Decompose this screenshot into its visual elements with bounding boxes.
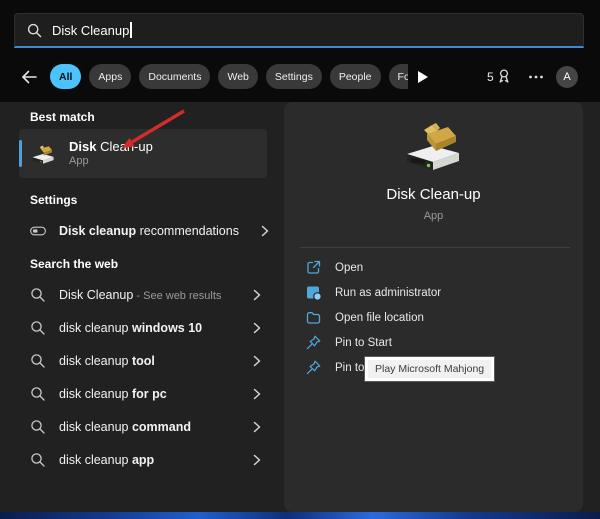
chevron-right-icon (261, 225, 269, 237)
web-suggestion-label: disk cleanup command (59, 420, 191, 434)
app-subtitle: App (284, 210, 583, 222)
action-pin-to-start[interactable]: Pin to Start (300, 330, 570, 355)
filter-chip-documents[interactable]: Documents (139, 64, 210, 89)
chevron-right-icon (253, 388, 261, 400)
filter-chip-apps[interactable]: Apps (89, 64, 131, 89)
search-suggestion-icon (30, 419, 46, 435)
filter-chip-web[interactable]: Web (218, 64, 257, 89)
search-suggestion-icon (30, 353, 46, 369)
chevron-right-icon (253, 322, 261, 334)
open-icon (306, 260, 321, 275)
more-options-icon[interactable] (528, 74, 544, 80)
web-suggestion-label: Disk Cleanup - See web results (59, 288, 221, 302)
text-caret (130, 22, 132, 38)
app-title: Disk Clean-up (284, 186, 583, 203)
search-suggestion-icon (30, 452, 46, 468)
web-suggestion-row[interactable]: disk cleanup command (19, 412, 269, 442)
rewards-count: 5 (487, 70, 494, 84)
settings-result-disk-cleanup-recommendations[interactable]: Disk cleanup recommendations (19, 216, 277, 246)
chevron-right-icon (253, 289, 261, 301)
best-match-title: Disk Clean-up (69, 139, 153, 155)
search-icon (27, 23, 42, 38)
desktop-wallpaper-strip (0, 512, 600, 519)
web-suggestion-label: disk cleanup tool (59, 354, 155, 368)
rewards-badge[interactable]: 5 (487, 69, 511, 84)
disk-cleanup-app-icon-large (401, 120, 465, 172)
action-label: Run as administrator (335, 287, 441, 299)
action-open[interactable]: Open (300, 255, 570, 280)
filter-chip-folders[interactable]: Folders (389, 64, 408, 89)
windows-search-panel: Disk Cleanup All Apps Documents Web Sett… (0, 0, 600, 519)
back-button[interactable] (20, 68, 38, 86)
web-suggestion-row[interactable]: disk cleanup tool (19, 346, 269, 376)
pin-icon (306, 360, 321, 375)
web-suggestion-row[interactable]: Disk Cleanup - See web results (19, 280, 269, 310)
storage-settings-icon (30, 223, 46, 239)
action-label: Open file location (335, 312, 424, 324)
chevron-right-icon (253, 355, 261, 367)
settings-header: Settings (30, 193, 77, 207)
rewards-icon (497, 69, 511, 84)
chips-scroll-right-button[interactable] (417, 70, 429, 84)
best-match-subtitle: App (69, 155, 153, 168)
search-header: Disk Cleanup All Apps Documents Web Sett… (0, 0, 600, 102)
result-detail-card: Disk Clean-up App Open (284, 102, 583, 512)
chevron-right-icon (253, 454, 261, 466)
web-suggestion-row[interactable]: disk cleanup for pc (19, 379, 269, 409)
filter-chips-container: All Apps Documents Web Settings People F… (50, 64, 408, 91)
settings-result-label: Disk cleanup recommendations (59, 224, 239, 238)
search-suggestion-icon (30, 287, 46, 303)
folder-icon (306, 310, 321, 325)
filter-chip-people[interactable]: People (330, 64, 381, 89)
results-area: Best match Disk Clean-up App Settings (0, 102, 600, 512)
best-match-header: Best match (30, 110, 95, 124)
pin-icon (306, 335, 321, 350)
best-match-result[interactable]: Disk Clean-up App (19, 129, 267, 178)
web-suggestion-label: disk cleanup windows 10 (59, 321, 202, 335)
divider (300, 247, 570, 248)
search-suggestion-icon (30, 320, 46, 336)
action-open-file-location[interactable]: Open file location (300, 305, 570, 330)
user-avatar[interactable]: A (556, 66, 578, 88)
tooltip-play-microsoft-mahjong: Play Microsoft Mahjong (364, 356, 495, 382)
filter-chip-settings[interactable]: Settings (266, 64, 322, 89)
action-label: Open (335, 262, 363, 274)
run-as-administrator-icon (306, 285, 321, 300)
search-suggestion-icon (30, 386, 46, 402)
web-suggestion-label: disk cleanup for pc (59, 387, 167, 401)
web-suggestion-row[interactable]: disk cleanup windows 10 (19, 313, 269, 343)
action-run-as-administrator[interactable]: Run as administrator (300, 280, 570, 305)
search-the-web-header: Search the web (30, 257, 118, 271)
web-suggestion-row[interactable]: disk cleanup app (19, 445, 269, 475)
disk-cleanup-app-icon (30, 143, 56, 165)
search-query-text: Disk Cleanup (52, 23, 129, 38)
selection-accent-bar (19, 140, 22, 167)
chevron-right-icon (253, 421, 261, 433)
filter-chip-all[interactable]: All (50, 64, 81, 89)
search-input[interactable]: Disk Cleanup (14, 13, 584, 48)
action-label: Pin to Start (335, 337, 392, 349)
web-suggestion-label: disk cleanup app (59, 453, 154, 467)
